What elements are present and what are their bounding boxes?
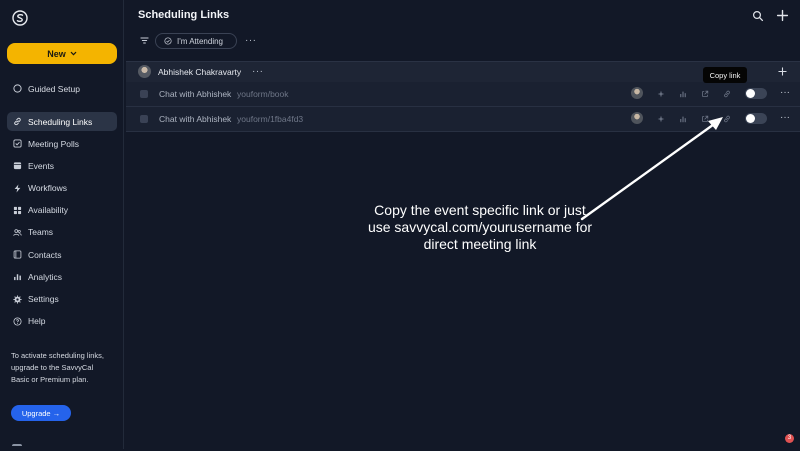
- filter-more-menu[interactable]: ···: [245, 36, 257, 46]
- add-link-plus-icon[interactable]: [776, 9, 789, 22]
- page-title: Scheduling Links: [138, 9, 230, 21]
- notification-badge[interactable]: 3: [785, 434, 794, 443]
- owner-group-header: Abhishek Chakravarty ···: [126, 61, 800, 83]
- contact-book-icon: [13, 250, 22, 259]
- copy-link-tooltip: Copy link: [703, 67, 747, 83]
- sidebar-item-settings[interactable]: Settings: [7, 290, 117, 309]
- sidebar-item-events[interactable]: Events: [7, 156, 117, 175]
- row-more-menu[interactable]: ···: [780, 113, 790, 123]
- upgrade-button[interactable]: Upgrade →: [11, 405, 71, 421]
- sidebar-item-analytics[interactable]: Analytics: [7, 267, 117, 286]
- owner-more-menu[interactable]: ···: [252, 67, 264, 77]
- table-row[interactable]: Chat with Abhishek youform/book ···: [126, 82, 800, 107]
- chevron-down-icon: [70, 50, 77, 57]
- new-button[interactable]: New: [7, 43, 117, 64]
- sidebar-item-label: Workflows: [28, 183, 68, 194]
- row-checkbox[interactable]: [140, 90, 148, 98]
- new-button-label: New: [47, 48, 66, 59]
- sidebar-item-help[interactable]: Help: [7, 312, 117, 331]
- sidebar-nav: Scheduling Links Meeting Polls Events Wo…: [7, 112, 117, 334]
- annotation-line: direct meeting link: [423, 236, 537, 252]
- filter-chip-attending[interactable]: I'm Attending: [155, 33, 237, 49]
- sidebar-item-label: Help: [28, 316, 46, 327]
- poll-icon: [13, 139, 22, 148]
- sidebar-item-label: Teams: [28, 227, 54, 238]
- row-checkbox[interactable]: [140, 115, 148, 123]
- link-slug: youform/1fba4fd3: [237, 114, 304, 124]
- search-icon[interactable]: [752, 10, 764, 22]
- check-circle-icon: [164, 37, 172, 45]
- link-icon: [13, 117, 22, 126]
- sidebar-item-label: Scheduling Links: [28, 116, 93, 127]
- owner-name: Abhishek Chakravarty: [158, 67, 242, 77]
- question-icon: [13, 317, 22, 326]
- gear-icon: [13, 294, 22, 304]
- upgrade-notice: To activate scheduling links, upgrade to…: [11, 351, 104, 384]
- sidebar-item-label: Analytics: [28, 271, 63, 282]
- annotation-text: Copy the event specific link or just use…: [340, 202, 620, 253]
- row-more-menu[interactable]: ···: [780, 88, 790, 98]
- calendar-icon: [13, 161, 22, 170]
- guided-setup-item[interactable]: Guided Setup: [7, 80, 117, 97]
- annotation-line: Copy the event specific link or just: [374, 202, 586, 218]
- group-add-plus-icon[interactable]: [778, 67, 787, 76]
- sidebar-item-meeting-polls[interactable]: Meeting Polls: [7, 134, 117, 153]
- lightning-icon: [13, 184, 22, 193]
- savvycal-logo-icon[interactable]: [12, 10, 28, 26]
- workflow-spark-icon[interactable]: [657, 90, 665, 98]
- sidebar-item-workflows[interactable]: Workflows: [7, 179, 117, 198]
- sidebar-item-label: Settings: [28, 294, 59, 304]
- guided-setup-label: Guided Setup: [28, 83, 80, 94]
- sidebar-item-teams[interactable]: Teams: [7, 223, 117, 242]
- sidebar-item-label: Events: [28, 160, 54, 171]
- avatar: [138, 65, 151, 78]
- copy-link-icon[interactable]: [723, 90, 731, 98]
- link-title[interactable]: Chat with Abhishek: [159, 89, 231, 99]
- avatar: [631, 87, 643, 99]
- sidebar: New Guided Setup Scheduling Links Meetin…: [0, 0, 124, 449]
- enable-toggle[interactable]: [745, 88, 767, 99]
- external-link-icon[interactable]: [701, 90, 709, 98]
- link-slug: youform/book: [237, 89, 289, 99]
- sidebar-item-label: Availability: [28, 205, 69, 216]
- sidebar-item-availability[interactable]: Availability: [7, 201, 117, 220]
- grid-icon: [13, 206, 22, 215]
- collapsed-control-icon[interactable]: [12, 444, 22, 451]
- progress-circle-icon: [13, 84, 22, 93]
- sidebar-item-label: Meeting Polls: [28, 138, 80, 149]
- enable-toggle[interactable]: [745, 113, 767, 124]
- annotation-line: use savvycal.com/yourusername for: [367, 219, 593, 235]
- filter-chip-label: I'm Attending: [177, 36, 223, 46]
- sidebar-item-scheduling-links[interactable]: Scheduling Links: [7, 112, 117, 131]
- sidebar-item-contacts[interactable]: Contacts: [7, 245, 117, 264]
- toggle-knob: [746, 114, 755, 123]
- filter-icon[interactable]: [140, 36, 149, 45]
- people-icon: [13, 228, 22, 237]
- bar-chart-icon: [13, 272, 22, 281]
- analytics-bar-icon[interactable]: [679, 90, 687, 98]
- toggle-knob: [746, 89, 755, 98]
- sidebar-item-label: Contacts: [28, 249, 62, 260]
- link-title[interactable]: Chat with Abhishek: [159, 114, 231, 124]
